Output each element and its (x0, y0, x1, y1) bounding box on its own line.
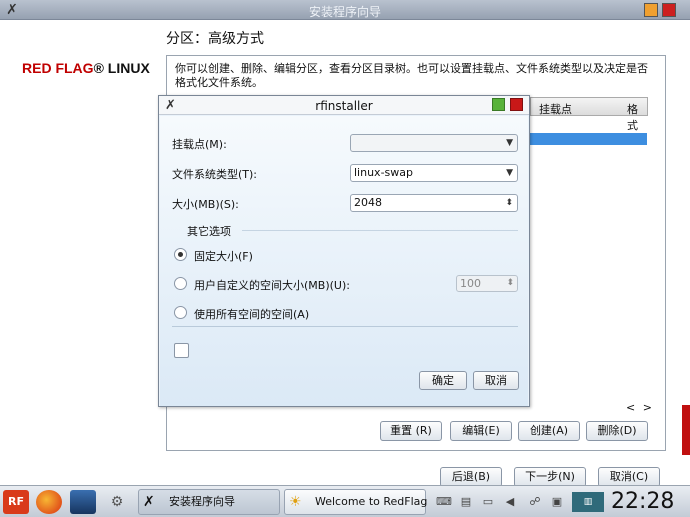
size-label: 大小(MB)(S): (172, 198, 239, 211)
horizontal-scroll-arrows[interactable]: < > (626, 401, 654, 414)
filesystem-type-value: linux-swap (354, 166, 413, 179)
ok-button[interactable]: 确定 (419, 371, 467, 390)
firefox-icon[interactable] (36, 490, 62, 514)
task-welcome-label: Welcome to RedFlag (315, 495, 428, 508)
display-icon[interactable]: ▣ (549, 495, 565, 509)
option-checkbox[interactable] (174, 343, 189, 358)
cancel-button[interactable]: 取消(C) (598, 467, 660, 487)
create-button[interactable]: 创建(A) (518, 421, 580, 441)
edit-button[interactable]: 编辑(E) (450, 421, 512, 441)
column-format[interactable]: 格式 (627, 101, 647, 133)
taskbar: RF ⚙ ✗ 安装程序向导 ☀ Welcome to RedFlag ⌨ ▤ ▭… (0, 485, 690, 517)
chevron-down-icon: ▼ (506, 168, 513, 178)
fixed-size-label: 固定大小(F) (194, 250, 253, 263)
dialog-cancel-button[interactable]: 取消 (473, 371, 519, 390)
folder-icon[interactable]: ▭ (480, 495, 496, 509)
size-spinbox[interactable]: 2048 ⬍ (350, 194, 518, 212)
window-title: 安装程序向导 (308, 5, 381, 19)
page-title: 分区：高级方式 (166, 31, 264, 47)
custom-size-label: 用户自定义的空间大小(MB)(U): (194, 279, 350, 292)
desktop-icon[interactable] (70, 490, 96, 514)
reset-button[interactable]: 重置 (R) (380, 421, 442, 441)
dialog-separator (172, 326, 518, 327)
selected-partition-row[interactable] (530, 133, 647, 145)
computer-icon[interactable]: ▥ (572, 492, 604, 512)
tools-icon[interactable]: ⚙ (104, 490, 130, 514)
use-all-space-radio[interactable] (174, 306, 187, 319)
next-button[interactable]: 下一步(N) (514, 467, 586, 487)
window-titlebar: ✗ 安装程序向导 (0, 0, 690, 20)
partition-edit-dialog: ✗ rfinstaller 挂载点(M): ▼ 文件系统类型(T): linux… (158, 95, 530, 407)
clock: 22:28 (611, 489, 675, 514)
task-installer[interactable]: ✗ 安装程序向导 (138, 489, 280, 515)
filesystem-type-label: 文件系统类型(T): (172, 168, 258, 181)
keyboard-icon[interactable]: ⌨ (436, 495, 452, 509)
dialog-body: 挂载点(M): ▼ 文件系统类型(T): linux-swap ▼ 大小(MB)… (160, 116, 528, 406)
dialog-minimize-button[interactable] (492, 98, 505, 111)
use-all-space-option[interactable]: 使用所有空间的空间(A) (174, 306, 374, 321)
partition-table-header: 挂载点 格式 (530, 97, 648, 132)
minimize-button[interactable] (644, 3, 658, 17)
back-button[interactable]: 后退(B) (440, 467, 502, 487)
task-installer-label: 安装程序向导 (169, 495, 235, 508)
other-options-label: 其它选项 (187, 225, 231, 238)
dialog-close-button[interactable] (510, 98, 523, 111)
dialog-title: rfinstaller (315, 99, 373, 113)
intro-text: 你可以创建、删除、编辑分区，查看分区目录树。也可以设置挂载点、文件系统类型以及决… (175, 62, 648, 89)
spin-arrows-icon[interactable]: ⬍ (506, 276, 514, 291)
size-value: 2048 (354, 196, 382, 209)
chevron-down-icon: ▼ (506, 138, 513, 148)
fixed-size-radio[interactable] (174, 248, 187, 261)
spin-arrows-icon[interactable]: ⬍ (505, 195, 513, 211)
start-menu-button[interactable]: RF (3, 490, 29, 514)
custom-size-spinbox[interactable]: 100 ⬍ (456, 275, 518, 292)
redflag-side-badge (682, 405, 690, 455)
custom-size-radio[interactable] (174, 277, 187, 290)
volume-icon[interactable]: ◀ (502, 495, 518, 509)
group-divider (242, 230, 518, 231)
delete-button[interactable]: 删除(D) (586, 421, 648, 441)
sun-icon: ☀ (289, 494, 302, 510)
custom-size-value: 100 (460, 277, 481, 290)
filesystem-type-select[interactable]: linux-swap ▼ (350, 164, 518, 182)
mount-point-label: 挂载点(M): (172, 138, 227, 151)
fixed-size-option[interactable]: 固定大小(F) (174, 248, 474, 263)
close-button[interactable] (662, 3, 676, 17)
custom-size-option[interactable]: 用户自定义的空间大小(MB)(U): (174, 277, 374, 292)
dialog-titlebar: ✗ rfinstaller (159, 96, 529, 115)
column-mount-point[interactable]: 挂载点 (539, 101, 572, 117)
kde-installer-icon: ✗ (143, 494, 155, 510)
clipboard-icon[interactable]: ▤ (458, 495, 474, 509)
redflag-logo: RED FLAG® LINUX (22, 60, 150, 76)
task-welcome[interactable]: ☀ Welcome to RedFlag (284, 489, 428, 515)
use-all-space-label: 使用所有空间的空间(A) (194, 308, 310, 321)
network-icon[interactable]: ☍ (527, 495, 543, 509)
mount-point-select[interactable]: ▼ (350, 134, 518, 152)
